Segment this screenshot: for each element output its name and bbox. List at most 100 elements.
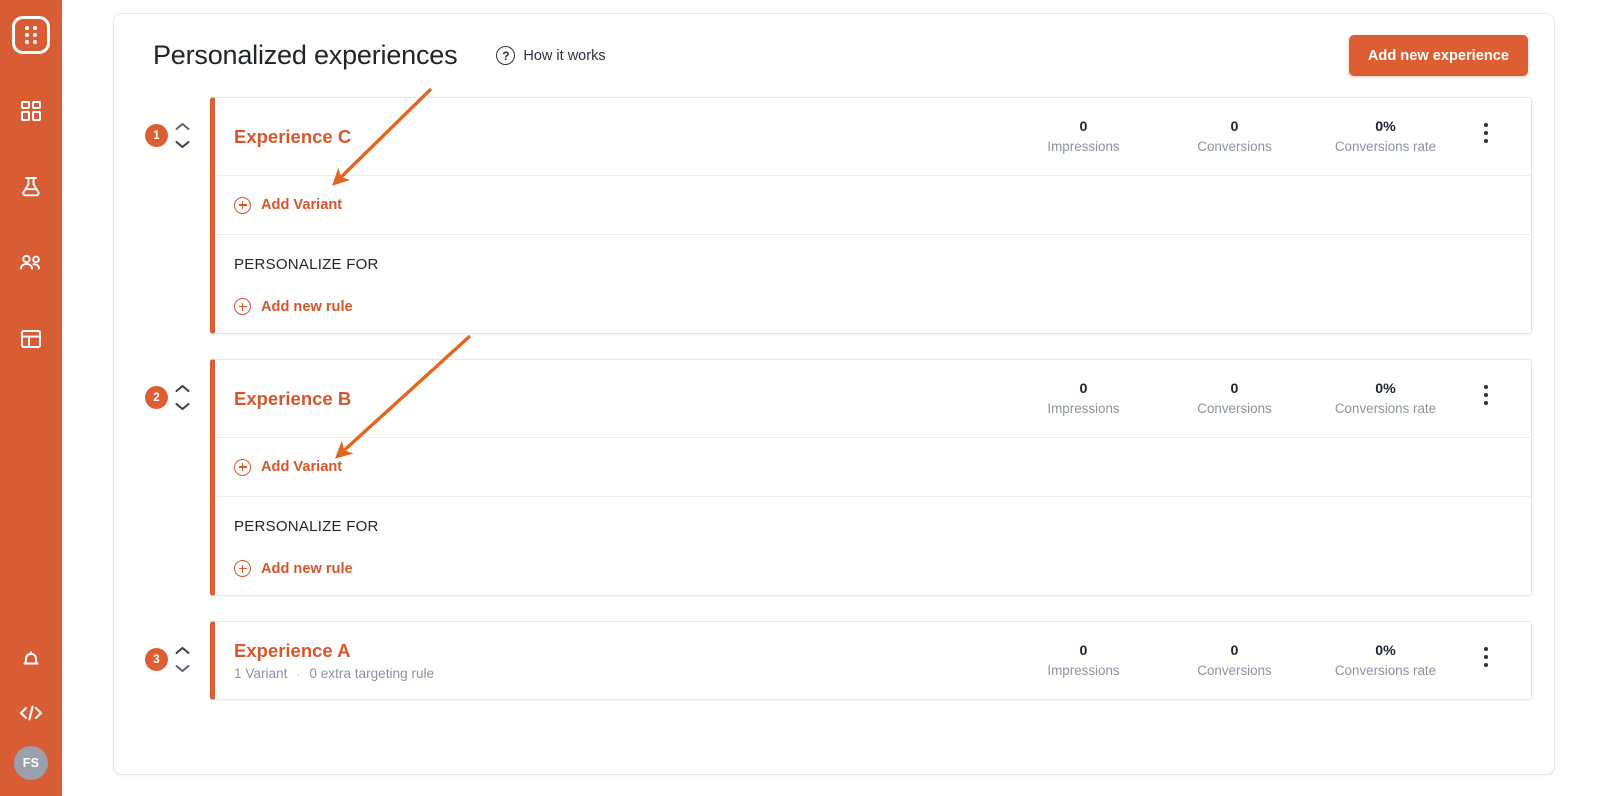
add-variant-button[interactable]: Add Variant [234, 459, 342, 476]
add-variant-label: Add Variant [261, 459, 342, 475]
sidebar-item-audiences[interactable] [0, 242, 62, 284]
sidebar: FS [0, 0, 62, 796]
sidebar-item-templates[interactable] [0, 318, 62, 360]
page-title: Personalized experiences [153, 40, 457, 71]
dashboard-grid-icon [20, 100, 42, 122]
experience-row: 3 Experience A [136, 621, 1532, 700]
metric-conversions-value: 0 [1159, 119, 1310, 135]
experience-card: Experience B 0 Impressions 0 Conversions [210, 359, 1532, 596]
add-new-rule-button[interactable]: Add new rule [234, 298, 1512, 315]
metric-conversions-rate: 0% Conversions rate [1310, 643, 1461, 678]
app-dots-logo[interactable] [12, 16, 50, 54]
how-it-works-link[interactable]: ? How it works [496, 46, 605, 65]
metric-impressions-value: 0 [1008, 119, 1159, 135]
experience-card: Experience C 0 Impressions 0 Conversions [210, 97, 1532, 334]
layout-templates-icon [20, 328, 42, 350]
plus-circle-icon [234, 560, 251, 577]
metric-impressions: 0 Impressions [1008, 643, 1159, 678]
how-it-works-label: How it works [523, 48, 605, 64]
chevron-down-icon[interactable] [175, 140, 190, 149]
rank-badge: 3 [145, 648, 168, 671]
reorder-arrows [175, 384, 190, 411]
plus-circle-icon [234, 197, 251, 214]
experience-name[interactable]: Experience B [234, 388, 351, 410]
sidebar-item-dashboard[interactable] [0, 90, 62, 132]
logo-dot-grid [25, 26, 38, 44]
more-options-icon[interactable] [1461, 643, 1511, 667]
chevron-up-icon[interactable] [175, 122, 190, 131]
personalize-for-section: PERSONALIZE FOR Add new rule [215, 496, 1531, 595]
bell-notifications-icon [20, 648, 42, 670]
metric-conversions: 0 Conversions [1159, 119, 1310, 154]
experience-name[interactable]: Experience A [234, 640, 434, 662]
people-audiences-icon [18, 253, 44, 273]
metric-conversions-label: Conversions [1159, 663, 1310, 678]
metric-conversions-rate: 0% Conversions rate [1310, 381, 1461, 416]
targeting-rule-count: 0 extra targeting rule [309, 666, 434, 681]
app-root: FS Personalized experiences ? How it wor… [0, 0, 1600, 796]
variant-count: 1 Variant [234, 666, 287, 681]
metric-conversions-rate-value: 0% [1310, 381, 1461, 397]
metric-conversions-label: Conversions [1159, 139, 1310, 154]
metric-impressions: 0 Impressions [1008, 119, 1159, 154]
more-options-icon[interactable] [1461, 381, 1511, 405]
experience-metrics: 0 Impressions 0 Conversions 0% Conversio… [1008, 381, 1511, 416]
experience-row: 1 Experience C [136, 97, 1532, 334]
sidebar-item-developer[interactable] [0, 692, 62, 734]
sidebar-item-experiments[interactable] [0, 166, 62, 208]
metric-conversions-rate-label: Conversions rate [1310, 401, 1461, 416]
add-new-rule-label: Add new rule [261, 299, 353, 315]
page-header: Personalized experiences ? How it works … [136, 14, 1532, 97]
chevron-up-icon[interactable] [175, 646, 190, 655]
metric-impressions-label: Impressions [1008, 663, 1159, 678]
metric-conversions: 0 Conversions [1159, 381, 1310, 416]
experience-row: 2 Experience B [136, 359, 1532, 596]
metric-conversions-rate-value: 0% [1310, 119, 1461, 135]
avatar[interactable]: FS [14, 746, 48, 780]
add-new-experience-button[interactable]: Add new experience [1349, 35, 1528, 76]
metric-conversions: 0 Conversions [1159, 643, 1310, 678]
metric-impressions-value: 0 [1008, 643, 1159, 659]
code-developer-icon [18, 703, 44, 723]
rank-badge: 1 [145, 124, 168, 147]
experience-subtitle: 1 Variant · 0 extra targeting rule [234, 666, 434, 681]
personalize-for-title: PERSONALIZE FOR [234, 256, 1512, 273]
metric-impressions-label: Impressions [1008, 139, 1159, 154]
metric-conversions-rate-label: Conversions rate [1310, 139, 1461, 154]
flask-experiments-icon [19, 175, 43, 199]
chevron-down-icon[interactable] [175, 402, 190, 411]
experience-card: Experience A 1 Variant · 0 extra targeti… [210, 621, 1532, 700]
experience-metrics: 0 Impressions 0 Conversions 0% Conversio… [1008, 119, 1511, 154]
experience-header: Experience A 1 Variant · 0 extra targeti… [215, 622, 1531, 699]
experience-rank-controls: 3 [136, 621, 210, 698]
experience-metrics: 0 Impressions 0 Conversions 0% Conversio… [1008, 643, 1511, 678]
experience-name[interactable]: Experience C [234, 126, 351, 148]
more-options-icon[interactable] [1461, 119, 1511, 143]
metric-conversions-label: Conversions [1159, 401, 1310, 416]
personalize-for-title: PERSONALIZE FOR [234, 518, 1512, 535]
add-variant-section: Add Variant [215, 437, 1531, 496]
metric-impressions-value: 0 [1008, 381, 1159, 397]
plus-circle-icon [234, 459, 251, 476]
add-variant-button[interactable]: Add Variant [234, 197, 342, 214]
metric-conversions-value: 0 [1159, 381, 1310, 397]
experience-header: Experience C 0 Impressions 0 Conversions [215, 98, 1531, 175]
experience-header: Experience B 0 Impressions 0 Conversions [215, 360, 1531, 437]
personalize-for-section: PERSONALIZE FOR Add new rule [215, 234, 1531, 333]
metric-impressions: 0 Impressions [1008, 381, 1159, 416]
add-new-rule-button[interactable]: Add new rule [234, 560, 1512, 577]
sidebar-item-notifications[interactable] [0, 638, 62, 680]
chevron-up-icon[interactable] [175, 384, 190, 393]
metric-conversions-rate-value: 0% [1310, 643, 1461, 659]
metric-conversions-rate: 0% Conversions rate [1310, 119, 1461, 154]
add-variant-section: Add Variant [215, 175, 1531, 234]
experience-rank-controls: 2 [136, 359, 210, 436]
sidebar-bottom-group: FS [0, 638, 62, 786]
experience-rank-controls: 1 [136, 97, 210, 174]
add-new-rule-label: Add new rule [261, 561, 353, 577]
reorder-arrows [175, 646, 190, 673]
chevron-down-icon[interactable] [175, 664, 190, 673]
reorder-arrows [175, 122, 190, 149]
page-container: Personalized experiences ? How it works … [113, 13, 1555, 775]
question-mark-icon: ? [496, 46, 515, 65]
